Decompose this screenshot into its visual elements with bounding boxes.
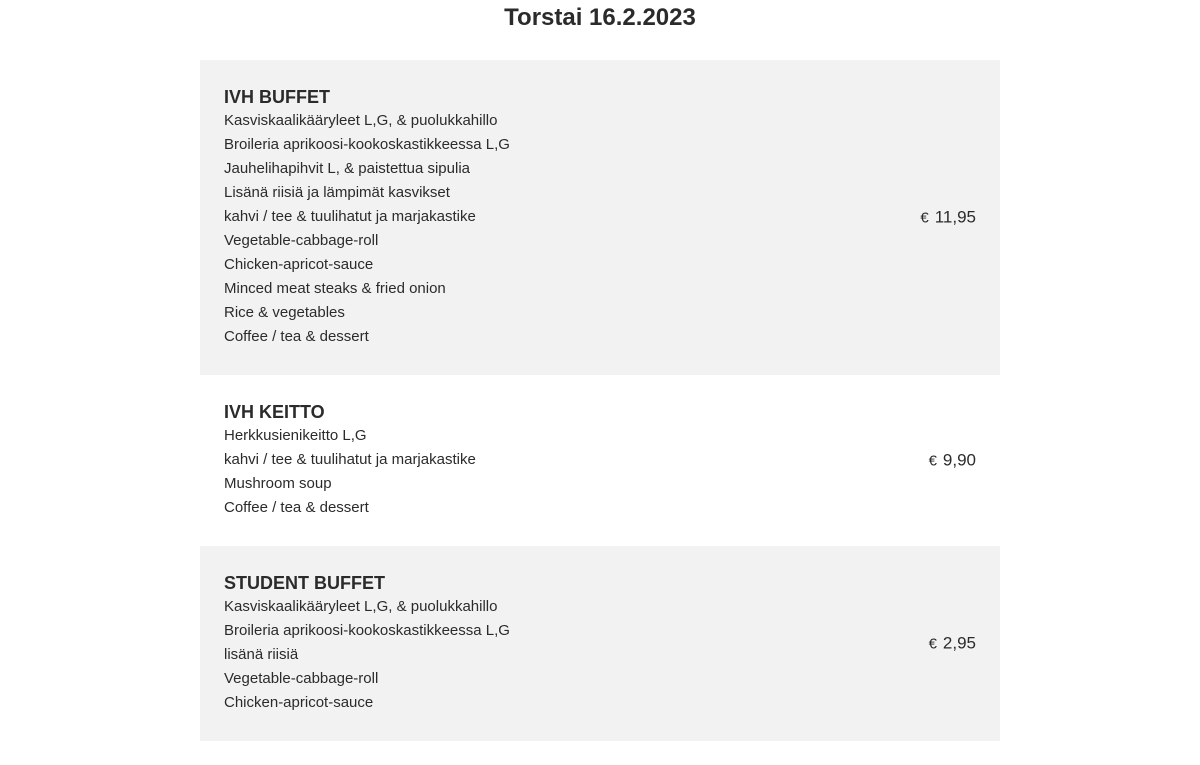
price-value: 9,90 [942, 450, 976, 469]
dish-line: Lisänä riisiä ja lämpimät kasvikset [224, 184, 450, 201]
dish-line: Minced meat steaks & fried onion [224, 280, 446, 297]
price-value: 11,95 [934, 207, 976, 226]
menu-item-dishes: Herkkusienikeitto L,G kahvi / tee & tuul… [224, 424, 976, 520]
dish-line: Chicken-apricot-sauce [224, 256, 374, 273]
dish-line: Vegetable-cabbage-roll [224, 232, 379, 249]
lunch-menu-page: Torstai 16.2.2023 IVH BUFFET Kasviskaali… [0, 0, 1200, 765]
dish-line: Rice & vegetables [224, 304, 345, 321]
dish-line: kahvi / tee & tuulihatut ja marjakastike [224, 451, 476, 468]
menu-item-price: €2,95 [929, 632, 976, 655]
price-value: 2,95 [942, 633, 976, 652]
currency-symbol: € [920, 209, 929, 226]
page-title: Torstai 16.2.2023 [504, 4, 696, 31]
currency-symbol: € [928, 452, 937, 469]
menu-item-price: €9,90 [929, 449, 976, 472]
dish-line: Chicken-apricot-sauce [224, 694, 374, 711]
menu-item-dishes: Kasviskaalikääryleet L,G, & puolukkahill… [224, 595, 976, 715]
menu-item-dishes: Kasviskaalikääryleet L,G, & puolukkahill… [224, 109, 976, 349]
dish-line: Coffee / tea & dessert [224, 328, 369, 345]
dish-line: Kasviskaalikääryleet L,G, & puolukkahill… [224, 112, 498, 129]
dish-line: Jauhelihapihvit L, & paistettua sipulia [224, 160, 470, 177]
menu-item-student-buffet: STUDENT BUFFET Kasviskaalikääryleet L,G,… [200, 546, 1000, 741]
dish-line: kahvi / tee & tuulihatut ja marjakastike [224, 208, 476, 225]
menu-item-name: IVH BUFFET [224, 87, 330, 107]
dish-line: Mushroom soup [224, 475, 332, 492]
currency-symbol: € [928, 635, 937, 652]
menu-item-name: IVH KEITTO [224, 402, 325, 422]
menu-list: IVH BUFFET Kasviskaalikääryleet L,G, & p… [200, 60, 1000, 741]
dish-line: Herkkusienikeitto L,G [224, 427, 367, 444]
menu-item-ivh-buffet: IVH BUFFET Kasviskaalikääryleet L,G, & p… [200, 60, 1000, 375]
dish-line: Kasviskaalikääryleet L,G, & puolukkahill… [224, 598, 498, 615]
dish-line: Broileria aprikoosi-kookoskastikkeessa L… [224, 136, 510, 153]
menu-item-price: €11,95 [920, 206, 976, 229]
menu-item-name: STUDENT BUFFET [224, 573, 385, 593]
dish-line: lisänä riisiä [224, 646, 299, 663]
dish-line: Vegetable-cabbage-roll [224, 670, 379, 687]
dish-line: Broileria aprikoosi-kookoskastikkeessa L… [224, 622, 510, 639]
menu-item-ivh-keitto: IVH KEITTO Herkkusienikeitto L,G kahvi /… [200, 375, 1000, 546]
dish-line: Coffee / tea & dessert [224, 499, 369, 516]
